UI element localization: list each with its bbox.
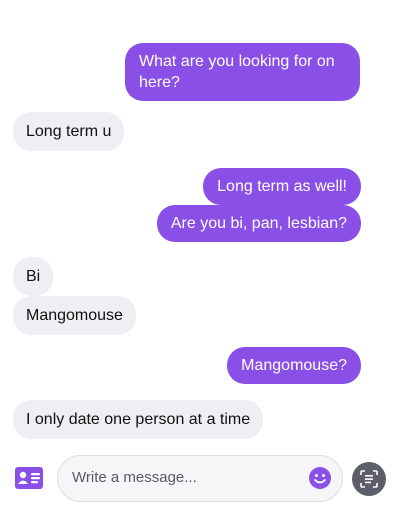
scan-text-button[interactable] [352,462,386,496]
message-composer: Write a message... [0,448,400,518]
scan-text-icon [360,470,378,488]
message-bubble-incoming[interactable]: Mangomouse [13,296,136,335]
message-bubble-outgoing[interactable]: Are you bi, pan, lesbian? [156,205,361,242]
message-bubble-incoming[interactable]: Bi [13,257,54,296]
contact-card-icon[interactable] [14,466,44,490]
message-bubble-incoming[interactable]: I only date one person at a time [13,400,264,439]
message-bubble-outgoing[interactable]: Long term as well! [203,168,361,205]
message-input-placeholder: Write a message... [72,469,197,486]
message-input[interactable]: Write a message... [57,455,343,502]
message-bubble-outgoing[interactable]: Mangomouse? [227,347,361,384]
message-bubble-outgoing[interactable]: What are you looking for on here? [125,43,360,101]
message-bubble-incoming[interactable]: Long term u [13,112,125,151]
smiley-icon[interactable] [308,466,332,490]
message-thread: What are you looking for on here? Long t… [0,0,400,440]
